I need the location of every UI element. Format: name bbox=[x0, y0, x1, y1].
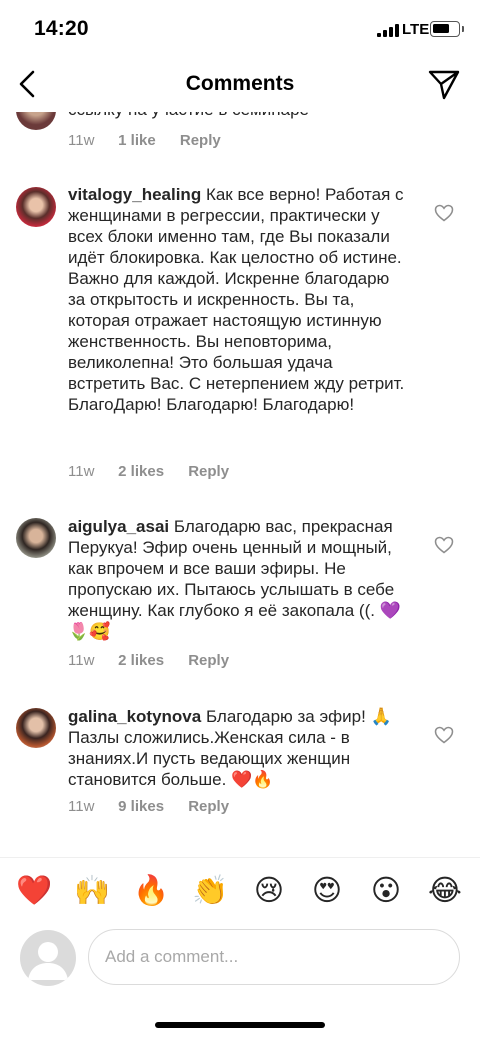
list-item: aigulya_asai Благодарю вас, прекрасная П… bbox=[0, 516, 480, 676]
comment-likes[interactable]: 1 like bbox=[118, 132, 156, 149]
battery-icon bbox=[430, 21, 460, 37]
emoji-heart-button[interactable]: ❤️ bbox=[14, 870, 54, 910]
comment-time: 11w bbox=[68, 798, 95, 815]
comment-text: galina_kotynova Благодарю за эфир! 🙏Пазл… bbox=[68, 706, 408, 790]
emoji-raised-hands-button[interactable]: 🙌 bbox=[72, 870, 112, 910]
reply-button[interactable]: Reply bbox=[180, 132, 221, 149]
header: Comments bbox=[0, 56, 480, 112]
comment-list[interactable]: ссылку на участие в семинаре 11w 1 like … bbox=[0, 112, 480, 857]
comment-text: vitalogy_healing Как все верно! Работая … bbox=[68, 184, 408, 415]
comment-username[interactable]: galina_kotynova bbox=[68, 707, 201, 726]
comment-body: Как все верно! Работая с женщинами в рег… bbox=[68, 185, 405, 414]
comment-partial: ссылку на участие в семинаре 11w 1 like … bbox=[0, 112, 480, 160]
comment-username[interactable]: vitalogy_healing bbox=[68, 185, 201, 204]
default-avatar-icon bbox=[28, 942, 68, 980]
battery-nub bbox=[462, 26, 464, 32]
emoji-laughing-button[interactable]: 😂 bbox=[425, 870, 465, 910]
page-title: Comments bbox=[185, 72, 295, 95]
signal-icon bbox=[377, 24, 399, 37]
heart-icon bbox=[434, 204, 454, 222]
list-item: vitalogy_healing Как все верно! Работая … bbox=[0, 184, 480, 484]
divider bbox=[0, 857, 480, 858]
comment-meta: 11w 2 likes Reply bbox=[68, 463, 229, 480]
list-item: galina_kotynova Благодарю за эфир! 🙏Пазл… bbox=[0, 706, 480, 826]
comment-text: ссылку на участие в семинаре bbox=[68, 112, 309, 120]
heart-icon bbox=[434, 726, 454, 744]
comment-text: aigulya_asai Благодарю вас, прекрасная П… bbox=[68, 516, 408, 642]
avatar[interactable] bbox=[16, 708, 56, 748]
emoji-fire-button[interactable]: 🔥 bbox=[131, 870, 171, 910]
like-button[interactable] bbox=[434, 726, 454, 744]
comment-likes[interactable]: 9 likes bbox=[118, 798, 164, 815]
back-button[interactable] bbox=[10, 64, 50, 104]
comment-meta: 11w 9 likes Reply bbox=[68, 798, 229, 815]
avatar bbox=[20, 930, 76, 986]
comment-username[interactable]: aigulya_asai bbox=[68, 517, 169, 536]
comment-time: 11w bbox=[68, 652, 95, 669]
heart-icon bbox=[434, 536, 454, 554]
comment-meta: 11w 1 like Reply bbox=[68, 132, 221, 149]
chevron-left-icon bbox=[19, 70, 35, 98]
reply-button[interactable]: Reply bbox=[188, 652, 229, 669]
comment-likes[interactable]: 2 likes bbox=[118, 463, 164, 480]
avatar[interactable] bbox=[16, 112, 56, 130]
paper-plane-icon bbox=[428, 70, 460, 100]
comment-likes[interactable]: 2 likes bbox=[118, 652, 164, 669]
avatar[interactable] bbox=[16, 187, 56, 227]
comment-composer bbox=[0, 926, 480, 990]
share-button[interactable] bbox=[424, 66, 464, 102]
emoji-surprised-button[interactable]: 😮 bbox=[366, 870, 406, 910]
status-time: 14:20 bbox=[34, 17, 89, 40]
home-indicator bbox=[155, 1022, 325, 1028]
reply-button[interactable]: Reply bbox=[188, 463, 229, 480]
emoji-crying-button[interactable]: 😢 bbox=[249, 870, 289, 910]
comment-input[interactable] bbox=[88, 929, 460, 985]
avatar[interactable] bbox=[16, 518, 56, 558]
comment-time: 11w bbox=[68, 132, 95, 149]
network-type: LTE bbox=[402, 21, 430, 38]
emoji-heart-eyes-button[interactable]: 😍 bbox=[307, 870, 347, 910]
status-bar: 14:20 LTE bbox=[0, 0, 480, 56]
reply-button[interactable]: Reply bbox=[188, 798, 229, 815]
emoji-bar: ❤️ 🙌 🔥 👏 😢 😍 😮 😂 bbox=[0, 866, 480, 914]
comment-meta: 11w 2 likes Reply bbox=[68, 652, 229, 669]
like-button[interactable] bbox=[434, 536, 454, 554]
emoji-clap-button[interactable]: 👏 bbox=[190, 870, 230, 910]
comment-time: 11w bbox=[68, 463, 95, 480]
like-button[interactable] bbox=[434, 204, 454, 222]
